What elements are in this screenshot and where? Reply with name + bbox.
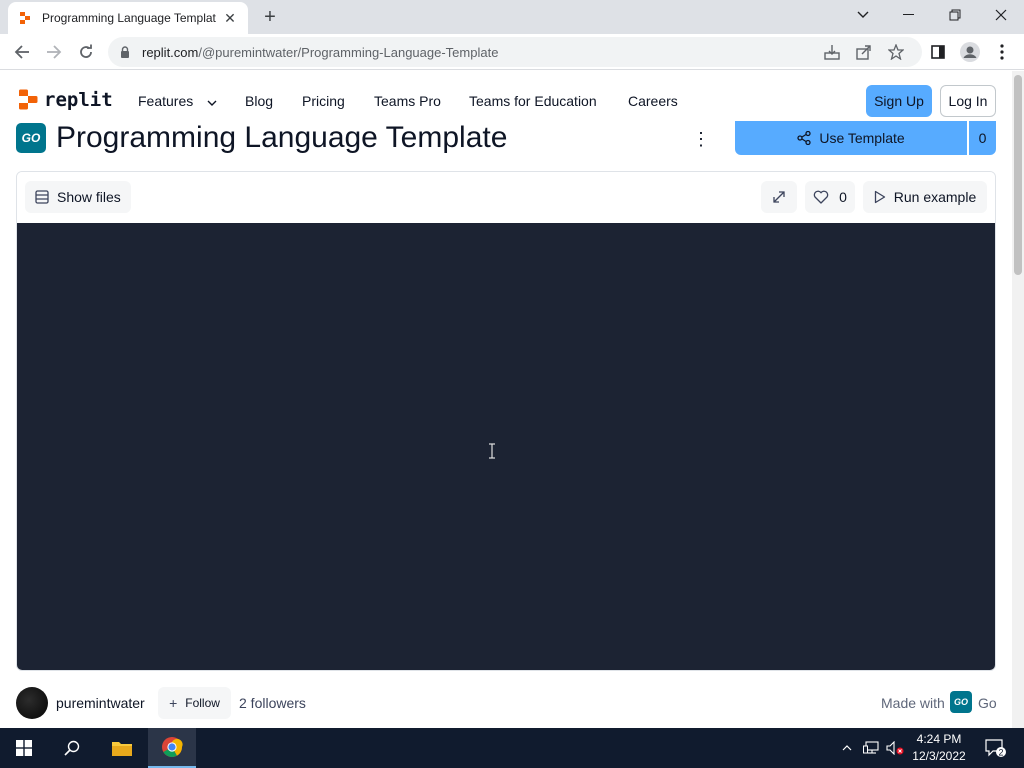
replit-logo-icon: [19, 89, 38, 110]
fullscreen-button[interactable]: [761, 181, 797, 213]
network-icon[interactable]: [860, 728, 882, 768]
replit-logo[interactable]: replit: [18, 89, 113, 111]
search-icon[interactable]: [48, 728, 96, 768]
windows-taskbar: 4:24 PM 12/3/2022 2: [0, 728, 1024, 768]
taskbar-clock[interactable]: 4:24 PM 12/3/2022: [906, 731, 972, 765]
back-icon[interactable]: [10, 40, 34, 64]
new-tab-icon[interactable]: +: [258, 5, 282, 29]
volume-muted-icon[interactable]: [884, 728, 906, 768]
show-hidden-icons-icon[interactable]: [838, 728, 856, 768]
followers-count[interactable]: 2 followers: [239, 695, 306, 711]
expand-icon: [773, 191, 785, 203]
page-scrollbar[interactable]: [1012, 71, 1024, 728]
clock-date: 12/3/2022: [912, 749, 966, 763]
browser-tab-active[interactable]: Programming Language Templat ✕: [8, 2, 248, 34]
like-count: 0: [839, 189, 847, 205]
show-files-button[interactable]: Show files: [25, 181, 131, 213]
repl-embed-panel: Show files 0 Run example: [16, 171, 996, 671]
nav-careers[interactable]: Careers: [628, 93, 678, 109]
go-language-small-icon: GO: [950, 691, 972, 713]
use-template-label: Use Template: [819, 130, 905, 146]
clock-time: 4:24 PM: [916, 732, 962, 746]
heart-icon: [813, 190, 829, 204]
nav-teams-pro[interactable]: Teams Pro: [374, 93, 441, 109]
replit-favicon-icon: [20, 12, 30, 24]
tab-close-icon[interactable]: ✕: [222, 10, 238, 27]
nav-pricing[interactable]: Pricing: [302, 93, 345, 109]
language-name[interactable]: Go: [978, 695, 997, 711]
console-output[interactable]: [17, 223, 995, 670]
browser-toolbar: replit.com/@puremintwater/Programming-La…: [0, 34, 1024, 70]
chevron-down-icon: [207, 100, 217, 106]
browser-tabstrip: Programming Language Templat ✕ +: [0, 0, 1024, 34]
made-with-label: Made with: [881, 695, 945, 711]
scrollbar-thumb[interactable]: [1014, 75, 1022, 275]
run-example-button[interactable]: Run example: [863, 181, 987, 213]
use-template-button[interactable]: Use Template: [735, 121, 967, 155]
like-button[interactable]: 0: [805, 181, 855, 213]
fork-count[interactable]: 0: [969, 121, 996, 155]
share-icon[interactable]: [856, 44, 872, 60]
forward-icon[interactable]: [42, 40, 66, 64]
follow-button[interactable]: + Follow: [158, 687, 231, 719]
lock-icon[interactable]: [120, 45, 130, 59]
bookmark-star-icon[interactable]: [888, 44, 904, 60]
file-explorer-icon[interactable]: [98, 728, 146, 768]
profile-icon[interactable]: [958, 40, 982, 64]
nav-blog[interactable]: Blog: [245, 93, 273, 109]
side-panel-icon[interactable]: [926, 40, 950, 64]
fork-icon: [797, 131, 811, 145]
url-text[interactable]: replit.com/@puremintwater/Programming-La…: [142, 45, 498, 60]
windows-start-icon[interactable]: [0, 728, 48, 768]
notifications-icon[interactable]: 2: [978, 728, 1012, 768]
restore-icon[interactable]: [932, 0, 978, 30]
avatar[interactable]: [16, 687, 48, 719]
play-icon: [874, 190, 885, 204]
follow-label: Follow: [185, 696, 220, 710]
show-files-label: Show files: [57, 189, 121, 205]
close-window-icon[interactable]: [978, 0, 1024, 30]
nav-features[interactable]: Features: [138, 93, 217, 109]
go-language-icon: GO: [16, 123, 46, 153]
web-page: replit Features Blog Pricing Teams Pro T…: [0, 71, 1024, 728]
run-example-label: Run example: [893, 189, 977, 205]
browser-menu-icon[interactable]: [990, 40, 1014, 64]
page-title: Programming Language Template: [56, 121, 508, 154]
author-name[interactable]: puremintwater: [56, 695, 145, 711]
tab-title: Programming Language Templat: [42, 11, 216, 25]
minimize-icon[interactable]: [886, 0, 932, 30]
tab-search-icon[interactable]: [840, 0, 886, 30]
log-in-button[interactable]: Log In: [940, 85, 996, 117]
sign-up-button[interactable]: Sign Up: [866, 85, 932, 117]
reload-icon[interactable]: [74, 40, 98, 64]
nav-teams-education[interactable]: Teams for Education: [469, 93, 597, 109]
notification-count: 2: [998, 748, 1003, 758]
repl-title-row: GO Programming Language Template ⋮ Use T…: [16, 121, 996, 161]
text-cursor-icon: [489, 443, 495, 459]
files-icon: [35, 190, 49, 204]
chrome-taskbar-icon[interactable]: [148, 728, 196, 768]
plus-icon: +: [169, 695, 178, 711]
repl-panel-toolbar: Show files 0 Run example: [17, 172, 995, 223]
address-bar[interactable]: replit.com/@puremintwater/Programming-La…: [108, 37, 922, 67]
replit-logo-text: replit: [44, 89, 113, 111]
more-options-icon[interactable]: ⋮: [692, 129, 710, 149]
author-row: puremintwater + Follow 2 followers Made …: [16, 685, 997, 721]
install-app-icon[interactable]: [824, 44, 840, 60]
